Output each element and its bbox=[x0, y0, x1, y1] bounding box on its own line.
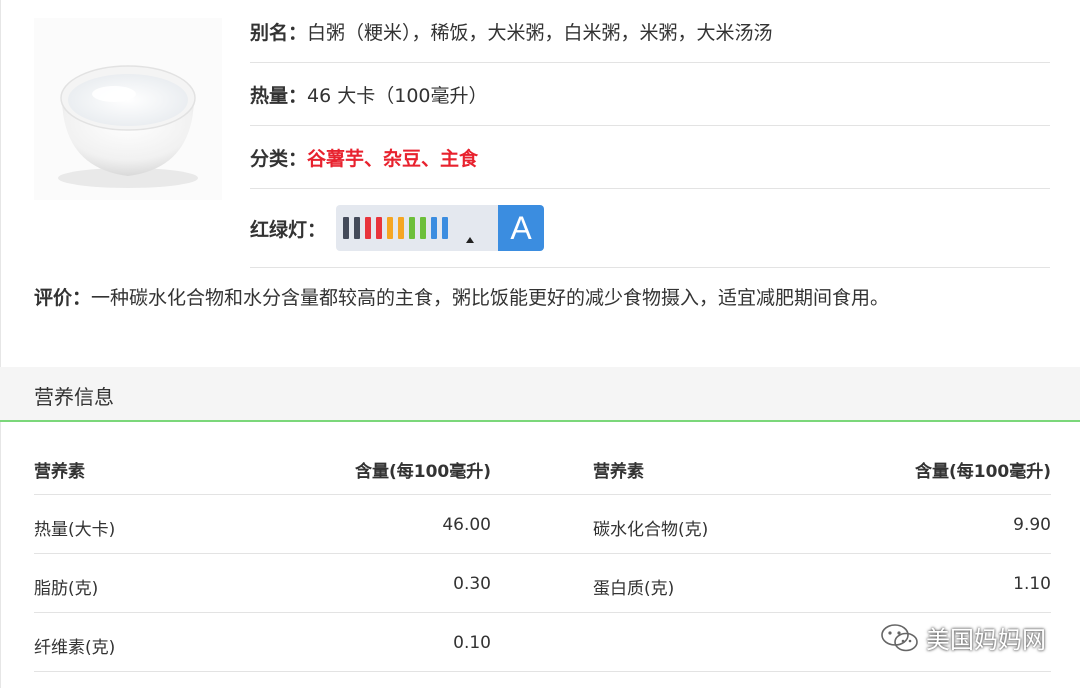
porridge-bowl-icon bbox=[58, 65, 198, 188]
calorie-row: 热量： 46 大卡（100毫升） bbox=[250, 63, 1050, 126]
nutrient-value: 1.10 bbox=[1013, 574, 1051, 594]
traffic-pointer-icon bbox=[466, 237, 475, 243]
header-amount-2: 含量(每100毫升) bbox=[914, 462, 1051, 482]
table-row: 热量(大卡) 46.00 碳水化合物(克) 9.90 bbox=[34, 495, 1051, 554]
traffic-bar bbox=[431, 217, 438, 239]
traffic-light-indicator: A bbox=[336, 205, 545, 251]
traffic-bar bbox=[398, 217, 405, 239]
alias-row: 别名： 白粥（粳米），稀饭，大米粥，白米粥，米粥，大米汤汤 bbox=[250, 0, 1050, 63]
evaluation-text: 一种碳水化合物和水分含量都较高的主食，粥比饭能更好的减少食物摄入，适宜减肥期间食… bbox=[91, 287, 890, 309]
nutrient-value: 46.00 bbox=[442, 515, 491, 535]
nutrient-name: 纤维素(克) bbox=[34, 638, 116, 658]
traffic-bar bbox=[376, 217, 383, 239]
table-header-row: 营养素 含量(每100毫升) 营养素 含量(每100毫升) bbox=[34, 437, 1051, 495]
traffic-grade-badge: A bbox=[498, 205, 545, 251]
watermark-text: 美国妈妈网 bbox=[926, 626, 1046, 654]
category-link[interactable]: 谷薯芋、杂豆、主食 bbox=[307, 144, 478, 171]
evaluation-label: 评价： bbox=[34, 287, 92, 309]
nutrient-value: 0.10 bbox=[453, 633, 491, 653]
watermark: 美国妈妈网 bbox=[880, 620, 1046, 655]
header-amount: 含量(每100毫升) bbox=[354, 462, 491, 482]
calorie-value: 46 大卡（100毫升） bbox=[307, 84, 488, 107]
nutrient-name: 脂肪(克) bbox=[34, 579, 99, 599]
nutrient-value: 9.90 bbox=[1013, 515, 1051, 535]
traffic-bar bbox=[409, 217, 416, 239]
traffic-bar bbox=[420, 217, 427, 239]
table-row: 脂肪(克) 0.30 蛋白质(克) 1.10 bbox=[34, 554, 1051, 613]
traffic-light-label: 红绿灯： bbox=[250, 218, 327, 241]
wechat-icon bbox=[881, 623, 918, 651]
traffic-light-scale bbox=[336, 205, 499, 251]
header-nutrient: 营养素 bbox=[34, 462, 85, 482]
alias-value: 白粥（粳米），稀饭，大米粥，白米粥，米粥，大米汤汤 bbox=[307, 21, 773, 44]
nutrient-value: 0.30 bbox=[453, 574, 491, 594]
traffic-bar bbox=[442, 217, 449, 239]
food-info: 别名： 白粥（粳米），稀饭，大米粥，白米粥，米粥，大米汤汤 热量： 46 大卡（… bbox=[250, 0, 1050, 268]
evaluation: 评价：一种碳水化合物和水分含量都较高的主食，粥比饭能更好的减少食物摄入，适宜减肥… bbox=[34, 283, 889, 310]
alias-label: 别名： bbox=[250, 21, 308, 44]
nutrition-section-header: 营养信息 bbox=[0, 367, 1080, 422]
header-nutrient-2: 营养素 bbox=[593, 462, 644, 482]
nutrient-name: 碳水化合物(克) bbox=[593, 520, 709, 540]
nutrient-name: 蛋白质(克) bbox=[593, 579, 675, 599]
calorie-label: 热量： bbox=[250, 84, 308, 107]
traffic-bar bbox=[354, 217, 361, 239]
traffic-bar bbox=[365, 217, 372, 239]
nutrient-name: 热量(大卡) bbox=[34, 520, 116, 540]
nutrition-title: 营养信息 bbox=[34, 385, 114, 409]
traffic-light-row: 红绿灯： A bbox=[250, 189, 1050, 268]
category-row: 分类： 谷薯芋、杂豆、主食 bbox=[250, 126, 1050, 189]
traffic-bar bbox=[387, 217, 394, 239]
category-label: 分类： bbox=[250, 147, 308, 170]
traffic-bar bbox=[343, 217, 350, 239]
food-image bbox=[34, 18, 222, 200]
